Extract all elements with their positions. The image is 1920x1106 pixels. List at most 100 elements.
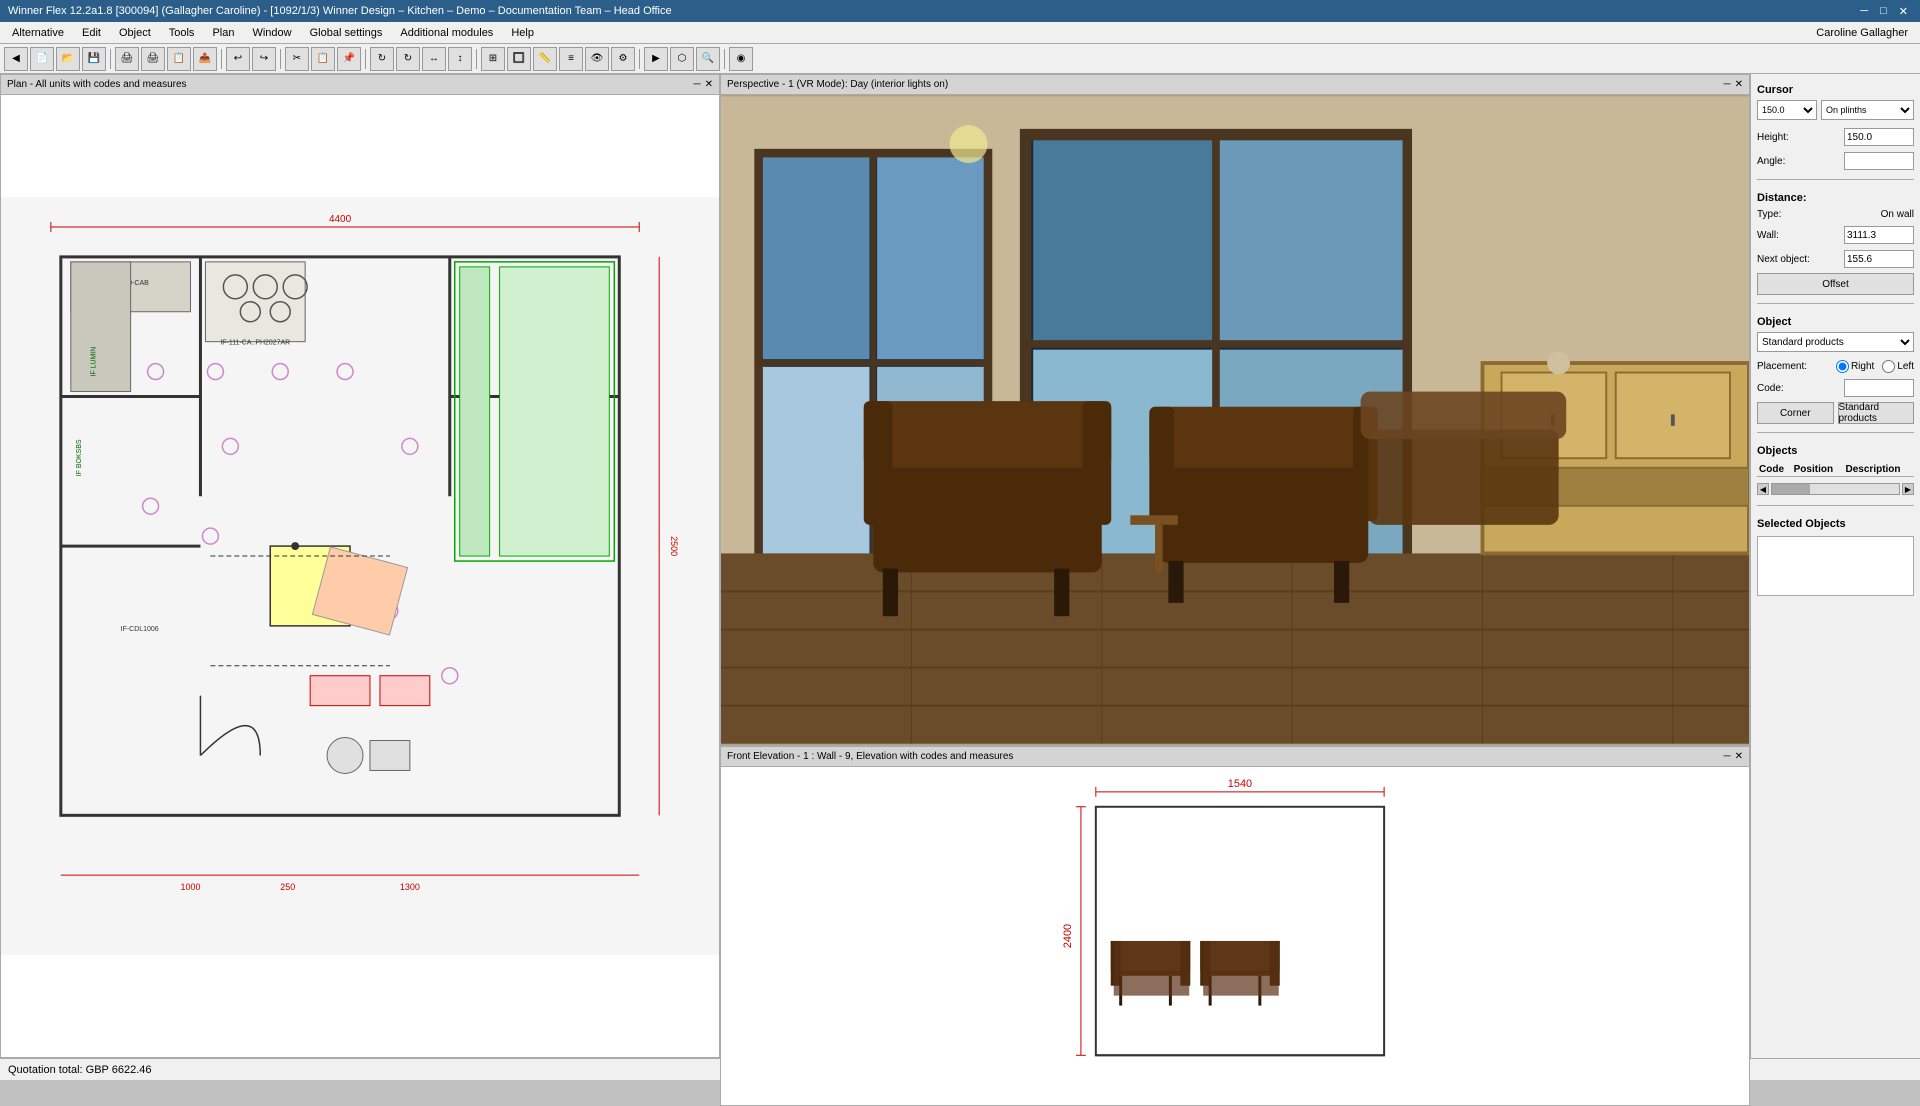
objects-col-code: Code bbox=[1757, 463, 1792, 477]
view-3d-minimize[interactable]: ─ bbox=[1724, 79, 1731, 90]
floor-plan-close[interactable]: ✕ bbox=[705, 79, 713, 90]
distance-section-label: Distance: bbox=[1757, 192, 1914, 204]
placement-left-label[interactable]: Left bbox=[1882, 360, 1914, 373]
menu-object[interactable]: Object bbox=[111, 25, 159, 41]
menu-help[interactable]: Help bbox=[503, 25, 542, 41]
placement-row: Placement: Right Left bbox=[1757, 360, 1914, 373]
save-button[interactable]: 💾 bbox=[82, 47, 106, 71]
back-button[interactable]: ◀ bbox=[4, 47, 28, 71]
misc-button[interactable]: ◉ bbox=[729, 47, 753, 71]
elevation-panel: Front Elevation - 1 : Wall - 9, Elevatio… bbox=[720, 746, 1750, 1106]
sep6 bbox=[639, 49, 640, 69]
lasso-button[interactable]: ⬡ bbox=[670, 47, 694, 71]
select-button[interactable]: ▶ bbox=[644, 47, 668, 71]
distance-next-input[interactable] bbox=[1844, 250, 1914, 268]
placement-left-radio[interactable] bbox=[1882, 360, 1895, 373]
copy-button[interactable]: 📋 bbox=[311, 47, 335, 71]
menu-plan[interactable]: Plan bbox=[204, 25, 242, 41]
menu-additional-modules[interactable]: Additional modules bbox=[392, 25, 501, 41]
scrollbar-area: ◀ ▶ bbox=[1757, 483, 1914, 495]
cursor-angle-label: Angle: bbox=[1757, 156, 1785, 167]
floor-plan-svg: 4400 IF-110-CAB bbox=[1, 95, 719, 1057]
menu-global-settings[interactable]: Global settings bbox=[302, 25, 391, 41]
3d-scene-svg bbox=[721, 95, 1749, 745]
distance-type-row: Type: On wall bbox=[1757, 209, 1914, 220]
flip2-button[interactable]: ↕ bbox=[448, 47, 472, 71]
view-button[interactable]: 👁 bbox=[585, 47, 609, 71]
snap-button[interactable]: 🔲 bbox=[507, 47, 531, 71]
distance-type-label: Type: bbox=[1757, 209, 1781, 220]
quotation-status: Quotation total: GBP 6622.46 bbox=[8, 1064, 152, 1076]
toolbar: ◀ 📄 📂 💾 🖨 🖨 📋 📤 ↩ ↪ ✂ 📋 📌 ↻ ↻ ↔ ↕ ⊞ 🔲 📏 … bbox=[0, 44, 1920, 74]
undo-button[interactable]: ↩ bbox=[226, 47, 250, 71]
cursor-height-row: Height: bbox=[1757, 128, 1914, 146]
new-button[interactable]: 📄 bbox=[30, 47, 54, 71]
redo-button[interactable]: ↪ bbox=[252, 47, 276, 71]
object-type-dropdown[interactable]: Standard products Corner bbox=[1757, 332, 1914, 352]
paste-button[interactable]: 📌 bbox=[337, 47, 361, 71]
config-button[interactable]: ⚙ bbox=[611, 47, 635, 71]
cursor-height-input[interactable] bbox=[1844, 128, 1914, 146]
cursor-angle-row: Angle: bbox=[1757, 152, 1914, 170]
elevation-close[interactable]: ✕ bbox=[1735, 751, 1743, 762]
corner-button[interactable]: Corner bbox=[1757, 402, 1834, 424]
print-button[interactable]: 🖨 bbox=[115, 47, 139, 71]
cursor-value-dropdown[interactable]: 150.0 bbox=[1757, 100, 1817, 120]
code-label: Code: bbox=[1757, 383, 1784, 394]
scroll-thumb bbox=[1772, 484, 1810, 494]
view-3d-title: Perspective - 1 (VR Mode): Day (interior… bbox=[727, 79, 948, 90]
zoom-button[interactable]: 🔍 bbox=[696, 47, 720, 71]
rotate2-button[interactable]: ↻ bbox=[396, 47, 420, 71]
view-3d-close[interactable]: ✕ bbox=[1735, 79, 1743, 90]
elevation-minimize[interactable]: ─ bbox=[1724, 751, 1731, 762]
title-bar-controls: ─ □ ✕ bbox=[1856, 5, 1912, 18]
svg-text:IF-111-CA..PH2027AR: IF-111-CA..PH2027AR bbox=[220, 340, 290, 347]
svg-text:1300: 1300 bbox=[400, 882, 420, 892]
elevation-top-dimension: 1540 bbox=[1228, 778, 1252, 790]
placement-label: Placement: bbox=[1757, 361, 1807, 372]
offset-button[interactable]: Offset bbox=[1757, 273, 1914, 295]
scroll-left[interactable]: ◀ bbox=[1757, 483, 1769, 495]
menu-edit[interactable]: Edit bbox=[74, 25, 109, 41]
placement-right-label[interactable]: Right bbox=[1836, 360, 1874, 373]
export2-button[interactable]: 📤 bbox=[193, 47, 217, 71]
sep5 bbox=[476, 49, 477, 69]
grid-button[interactable]: ⊞ bbox=[481, 47, 505, 71]
print2-button[interactable]: 🖨 bbox=[141, 47, 165, 71]
standard-products-button[interactable]: Standard products bbox=[1838, 402, 1915, 424]
distance-wall-label: Wall: bbox=[1757, 230, 1779, 241]
open-button[interactable]: 📂 bbox=[56, 47, 80, 71]
export-button[interactable]: 📋 bbox=[167, 47, 191, 71]
floor-plan-canvas[interactable]: 4400 IF-110-CAB bbox=[1, 95, 719, 1057]
floor-plan-minimize[interactable]: ─ bbox=[694, 79, 701, 90]
view-3d-titlebar: Perspective - 1 (VR Mode): Day (interior… bbox=[721, 75, 1749, 95]
rotate-button[interactable]: ↻ bbox=[370, 47, 394, 71]
distance-wall-input[interactable] bbox=[1844, 226, 1914, 244]
placement-right-radio[interactable] bbox=[1836, 360, 1849, 373]
menu-window[interactable]: Window bbox=[244, 25, 299, 41]
menu-tools[interactable]: Tools bbox=[161, 25, 203, 41]
close-button[interactable]: ✕ bbox=[1895, 5, 1912, 18]
flip-button[interactable]: ↔ bbox=[422, 47, 446, 71]
elevation-canvas[interactable]: 1540 2400 bbox=[721, 767, 1749, 1105]
sep3 bbox=[280, 49, 281, 69]
cursor-height-label: Height: bbox=[1757, 132, 1789, 143]
scroll-track[interactable] bbox=[1771, 483, 1900, 495]
code-input[interactable] bbox=[1844, 379, 1914, 397]
sep7 bbox=[724, 49, 725, 69]
minimize-button[interactable]: ─ bbox=[1856, 5, 1872, 18]
maximize-button[interactable]: □ bbox=[1876, 5, 1891, 18]
view-3d-canvas[interactable] bbox=[721, 95, 1749, 745]
cursor-plinths-dropdown[interactable]: On plinths bbox=[1821, 100, 1914, 120]
cut-button[interactable]: ✂ bbox=[285, 47, 309, 71]
measure-button[interactable]: 📏 bbox=[533, 47, 557, 71]
svg-text:IF-CDL1006: IF-CDL1006 bbox=[121, 626, 159, 633]
cursor-angle-input[interactable] bbox=[1844, 152, 1914, 170]
menu-alternative[interactable]: Alternative bbox=[4, 25, 72, 41]
svg-text:IF BOKSBS: IF BOKSBS bbox=[76, 439, 83, 476]
svg-text:4400: 4400 bbox=[329, 214, 352, 225]
objects-col-position: Position bbox=[1792, 463, 1844, 477]
selected-objects-box bbox=[1757, 536, 1914, 596]
scroll-right[interactable]: ▶ bbox=[1902, 483, 1914, 495]
align-button[interactable]: ≡ bbox=[559, 47, 583, 71]
